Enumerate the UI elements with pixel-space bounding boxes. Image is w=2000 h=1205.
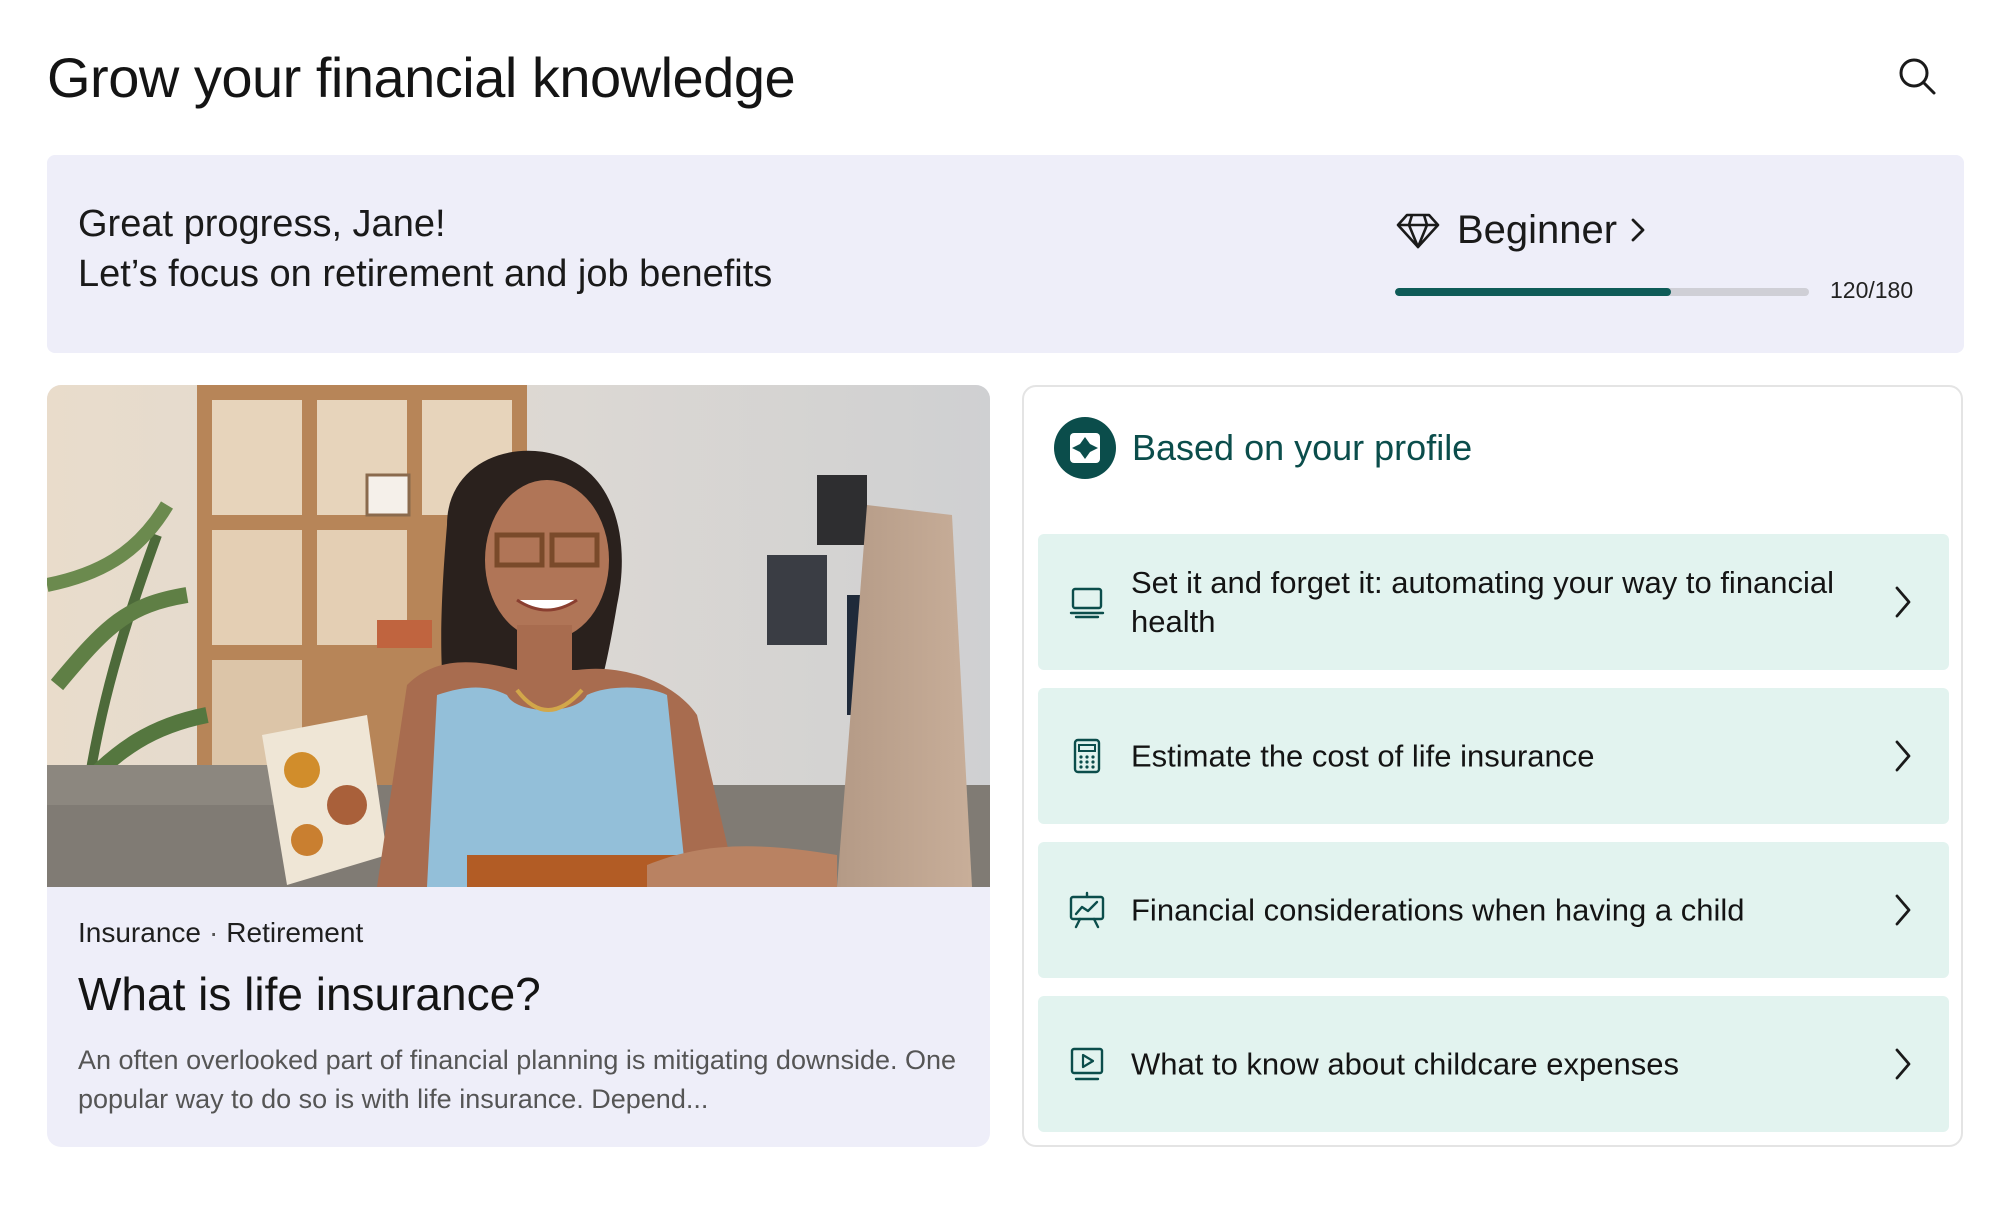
profile-badge-icon	[1054, 417, 1116, 479]
article-tag: Retirement	[226, 917, 364, 948]
recommendation-label: Estimate the cost of life insurance	[1131, 738, 1595, 774]
chevron-right-icon	[1893, 892, 1913, 928]
recommendation-item[interactable]: Financial considerations when having a c…	[1038, 842, 1949, 978]
presentation-chart-icon	[1068, 891, 1106, 929]
recommendation-item[interactable]: Set it and forget it: automating your wa…	[1038, 534, 1949, 670]
article-description: An often overlooked part of financial pl…	[78, 1045, 957, 1114]
search-button[interactable]	[1895, 54, 1939, 98]
featured-article-card[interactable]: Insurance · Retirement What is life insura…	[47, 385, 990, 1147]
recommendation-label: What to know about childcare expenses	[1131, 1046, 1679, 1082]
chevron-right-icon	[1893, 584, 1913, 620]
calculator-icon	[1068, 737, 1106, 775]
progress-bar	[1395, 288, 1809, 296]
recommendation-item[interactable]: Estimate the cost of life insurance	[1038, 688, 1949, 824]
level-label: Beginner	[1457, 207, 1618, 252]
level-link[interactable]: Beginner	[1395, 205, 1649, 255]
recommendation-item[interactable]: What to know about childcare expenses	[1038, 996, 1949, 1132]
article-title: What is life insurance?	[78, 968, 541, 1020]
greeting-text: Great progress, Jane!	[78, 203, 446, 245]
focus-text: Let’s focus on retirement and job benefi…	[78, 253, 773, 295]
chevron-right-icon	[1627, 214, 1649, 246]
laptop-icon	[1068, 583, 1106, 621]
search-icon	[1899, 58, 1936, 95]
page-title: Grow your financial knowledge	[47, 46, 796, 109]
article-tag: Insurance	[78, 917, 201, 948]
recommendation-label: Set it and forget it: automating your wa…	[1131, 565, 1835, 639]
recommendations-panel: Based on your profile Set it and forget …	[1022, 385, 1963, 1147]
recommendation-label: Financial considerations when having a c…	[1131, 892, 1745, 928]
recommendations-header: Based on your profile	[1054, 417, 1472, 479]
progress-bar-fill	[1395, 288, 1671, 296]
chevron-right-icon	[1893, 738, 1913, 774]
video-play-icon	[1068, 1045, 1106, 1083]
recommendations-title: Based on your profile	[1132, 427, 1473, 468]
article-hero-image	[47, 385, 990, 887]
progress-count: 120/180	[1830, 277, 1914, 303]
chevron-right-icon	[1893, 1046, 1913, 1082]
tag-separator: ·	[208, 917, 219, 948]
diamond-icon	[1395, 207, 1441, 253]
progress-banner: Great progress, Jane! Let’s focus on ret…	[47, 155, 1964, 353]
article-tags: Insurance · Retirement	[78, 917, 363, 949]
